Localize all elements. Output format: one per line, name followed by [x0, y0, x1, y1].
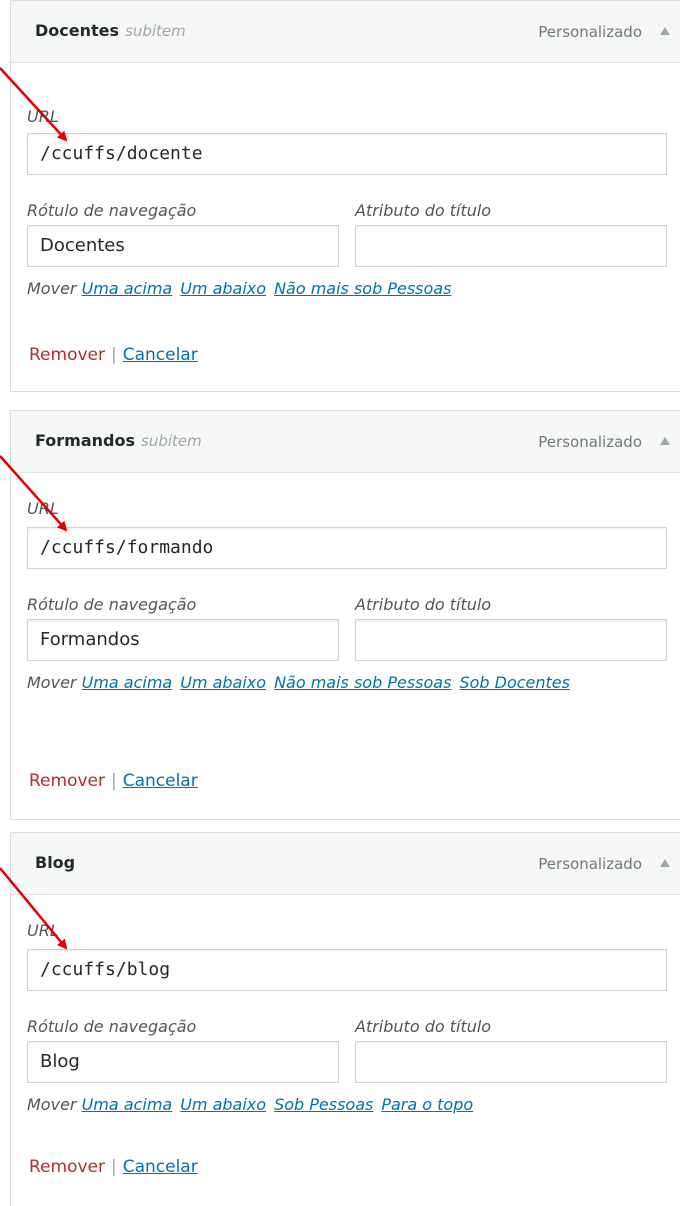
remove-link[interactable]: Remover	[29, 345, 105, 365]
move-links: Mover Uma acima Um abaixo Sob Pessoas Para …	[27, 1089, 627, 1121]
remove-link[interactable]: Remover	[29, 1157, 105, 1177]
menu-item-blog: Blog Personalizado URL /ccuffs/blog Rótu…	[10, 832, 680, 1206]
item-title: Docentes subitem	[35, 21, 186, 40]
item-type: Personalizado	[538, 855, 642, 873]
move-up-link[interactable]: Uma acima	[82, 673, 173, 692]
item-actions: Remover | Cancelar	[29, 345, 198, 365]
move-label: Mover	[27, 673, 77, 692]
cancel-link[interactable]: Cancelar	[123, 345, 198, 365]
separator: |	[110, 345, 117, 365]
menu-item-handle[interactable]: Formandos subitem Personalizado	[11, 411, 680, 473]
move-links: Mover Uma acima Um abaixo Não mais sob Pes…	[27, 667, 627, 699]
move-out-link[interactable]: Não mais sob Pessoas	[274, 673, 451, 692]
url-field[interactable]: /ccuffs/docente	[27, 133, 667, 175]
item-subtitle: subitem	[125, 22, 186, 40]
nav-label-label: Rótulo de navegação	[27, 595, 197, 614]
nav-label-label: Rótulo de navegação	[27, 201, 197, 220]
url-field[interactable]: /ccuffs/formando	[27, 527, 667, 569]
url-field[interactable]: /ccuffs/blog	[27, 949, 667, 991]
menu-item-handle[interactable]: Docentes subitem Personalizado	[11, 1, 680, 63]
move-up-link[interactable]: Uma acima	[82, 1095, 173, 1114]
collapse-arrow-icon[interactable]	[660, 27, 670, 35]
collapse-arrow-icon[interactable]	[660, 859, 670, 867]
title-attr-field[interactable]	[355, 225, 667, 267]
move-down-link[interactable]: Um abaixo	[180, 1095, 266, 1114]
move-label: Mover	[27, 279, 77, 298]
menu-item-formandos: Formandos subitem Personalizado URL /ccuf…	[10, 410, 680, 820]
remove-link[interactable]: Remover	[29, 771, 105, 791]
cancel-link[interactable]: Cancelar	[123, 771, 198, 791]
move-up-link[interactable]: Uma acima	[82, 279, 173, 298]
item-title-text: Docentes	[35, 21, 120, 40]
url-label: URL	[27, 499, 59, 518]
item-actions: Remover | Cancelar	[29, 771, 198, 791]
menu-item-handle[interactable]: Blog Personalizado	[11, 833, 680, 895]
item-title: Formandos subitem	[35, 431, 202, 450]
item-title-text: Blog	[35, 853, 76, 872]
nav-label-field[interactable]: Blog	[27, 1041, 339, 1083]
move-under-link[interactable]: Sob Pessoas	[274, 1095, 373, 1114]
nav-label-field[interactable]: Docentes	[27, 225, 339, 267]
title-attr-label: Atributo do título	[355, 1017, 492, 1036]
collapse-arrow-icon[interactable]	[660, 437, 670, 445]
item-type: Personalizado	[538, 433, 642, 451]
item-title-text: Formandos	[35, 431, 135, 450]
cancel-link[interactable]: Cancelar	[123, 1157, 198, 1177]
title-attr-label: Atributo do título	[355, 595, 492, 614]
move-out-link[interactable]: Não mais sob Pessoas	[274, 279, 451, 298]
item-actions: Remover | Cancelar	[29, 1157, 198, 1177]
title-attr-field[interactable]	[355, 619, 667, 661]
menu-item-docentes: Docentes subitem Personalizado URL /ccuff…	[10, 0, 680, 392]
nav-label-field[interactable]: Formandos	[27, 619, 339, 661]
move-under-link[interactable]: Sob Docentes	[459, 673, 570, 692]
item-type: Personalizado	[538, 23, 642, 41]
move-label: Mover	[27, 1095, 77, 1114]
move-down-link[interactable]: Um abaixo	[180, 673, 266, 692]
title-attr-label: Atributo do título	[355, 201, 492, 220]
move-top-link[interactable]: Para o topo	[381, 1095, 473, 1114]
item-title: Blog	[35, 853, 75, 872]
move-links: Mover Uma acima Um abaixo Não mais sob Pes…	[27, 273, 627, 305]
url-label: URL	[27, 107, 59, 126]
separator: |	[110, 771, 117, 791]
title-attr-field[interactable]	[355, 1041, 667, 1083]
item-subtitle: subitem	[141, 432, 202, 450]
url-label: URL	[27, 921, 59, 940]
move-down-link[interactable]: Um abaixo	[180, 279, 266, 298]
separator: |	[110, 1157, 117, 1177]
nav-label-label: Rótulo de navegação	[27, 1017, 197, 1036]
